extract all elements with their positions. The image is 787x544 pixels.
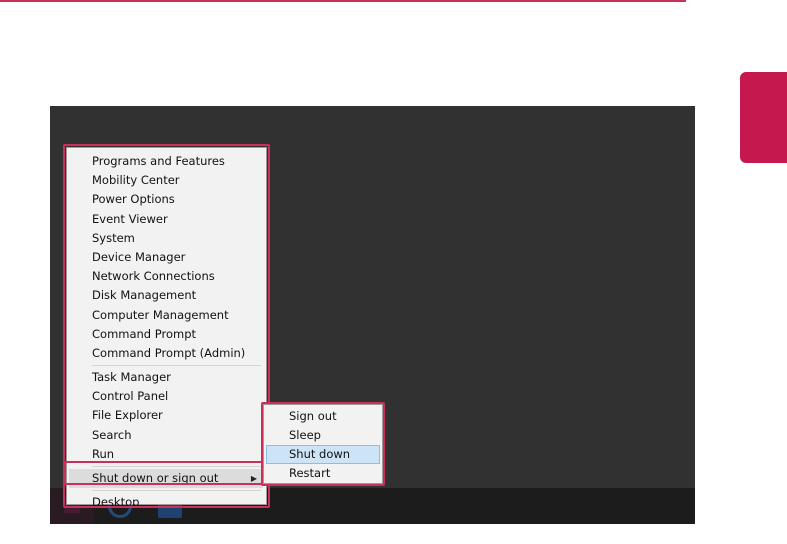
menu-item-run[interactable]: Run	[67, 445, 266, 464]
menu-item-shut-down-or-sign-out[interactable]: Shut down or sign out ▶	[69, 469, 263, 489]
submenu-arrow-icon: ▶	[250, 474, 257, 483]
menu-item-mobility-center[interactable]: Mobility Center	[67, 171, 266, 190]
menu-item-network-connections[interactable]: Network Connections	[67, 267, 266, 286]
menu-item-event-viewer[interactable]: Event Viewer	[67, 210, 266, 229]
menu-item-command-prompt[interactable]: Command Prompt	[67, 325, 266, 344]
menu-item-computer-management[interactable]: Computer Management	[67, 306, 266, 325]
quick-link-menu-list: Programs and Features Mobility Center Po…	[67, 152, 266, 512]
menu-item-system[interactable]: System	[67, 229, 266, 248]
menu-item-power-options[interactable]: Power Options	[67, 190, 266, 209]
submenu-item-sleep[interactable]: Sleep	[264, 426, 382, 445]
menu-separator	[92, 365, 261, 367]
submenu-item-sign-out[interactable]: Sign out	[264, 407, 382, 426]
submenu-item-shut-down[interactable]: Shut down	[266, 445, 380, 464]
quick-link-menu: Programs and Features Mobility Center Po…	[66, 147, 267, 509]
menu-item-disk-management[interactable]: Disk Management	[67, 286, 266, 305]
menu-item-label: Shut down or sign out	[92, 471, 219, 485]
section-tab	[740, 72, 787, 163]
menu-item-search[interactable]: Search	[67, 426, 266, 445]
submenu-item-restart[interactable]: Restart	[264, 464, 382, 483]
shutdown-submenu: Sign out Sleep Shut down Restart	[263, 404, 383, 484]
menu-separator	[92, 490, 261, 492]
header-rule	[0, 0, 686, 2]
menu-item-device-manager[interactable]: Device Manager	[67, 248, 266, 267]
menu-item-control-panel[interactable]: Control Panel	[67, 387, 266, 406]
menu-item-command-prompt-admin[interactable]: Command Prompt (Admin)	[67, 344, 266, 363]
menu-separator	[92, 466, 261, 467]
menu-item-desktop[interactable]: Desktop	[67, 493, 266, 512]
menu-item-file-explorer[interactable]: File Explorer	[67, 406, 266, 425]
menu-item-task-manager[interactable]: Task Manager	[67, 368, 266, 387]
shutdown-submenu-list: Sign out Sleep Shut down Restart	[264, 407, 382, 483]
menu-item-programs-and-features[interactable]: Programs and Features	[67, 152, 266, 171]
